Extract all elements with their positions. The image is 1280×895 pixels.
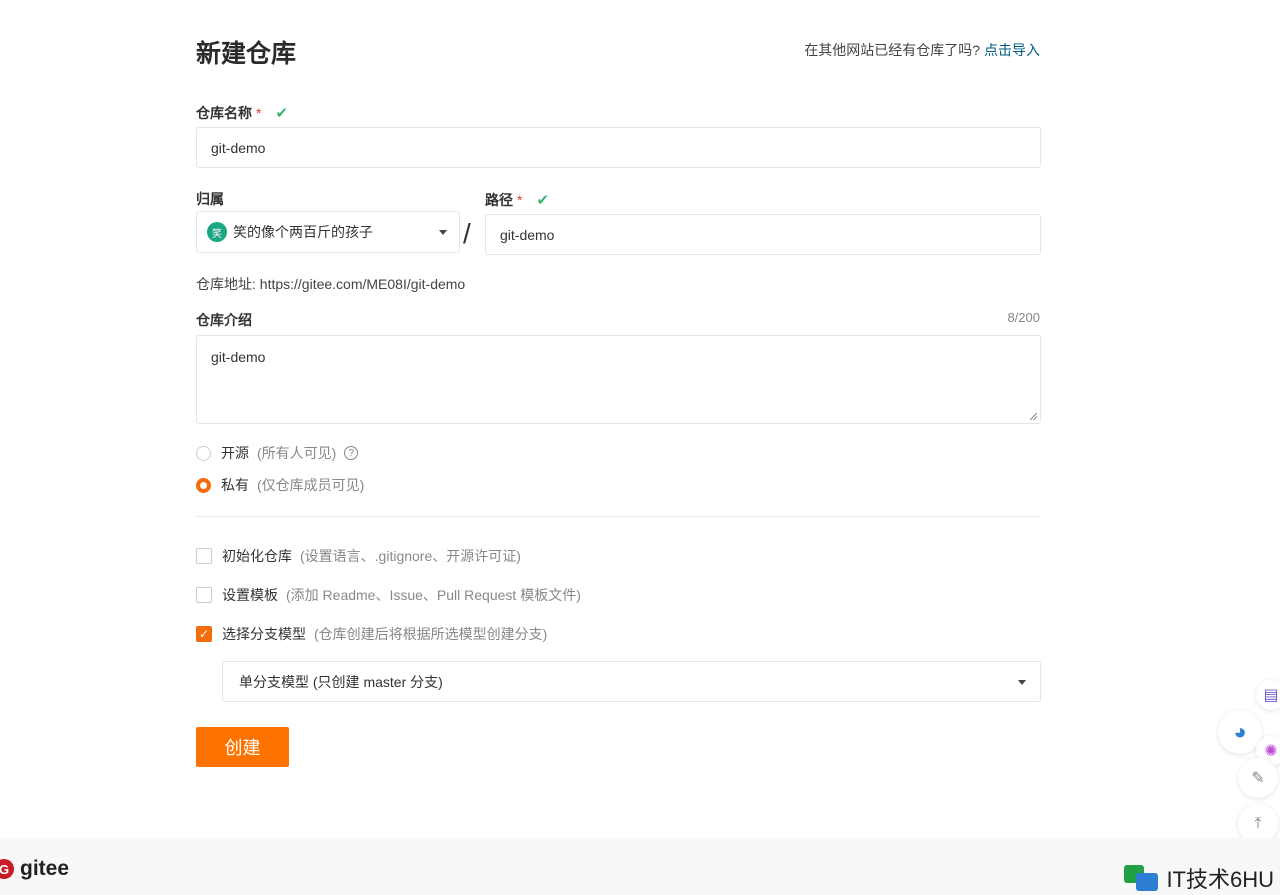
visibility-private-option[interactable]: 私有 (仅仓库成员可见)	[196, 475, 364, 495]
description-textarea[interactable]: git-demo	[196, 335, 1041, 424]
visibility-private-hint: (仅仓库成员可见)	[257, 477, 365, 493]
page-title: 新建仓库	[196, 40, 297, 68]
owner-label-text: 归属	[196, 191, 224, 207]
description-label: 仓库介绍	[196, 310, 252, 330]
caret-down-icon	[439, 230, 447, 235]
checkmark-icon: ✓	[198, 627, 210, 641]
gitee-logo[interactable]: G gitee	[0, 857, 69, 881]
check-icon: ✔	[536, 192, 550, 209]
visibility-private-label: 私有	[221, 477, 249, 493]
repo-name-label: 仓库名称 * ✔	[196, 103, 288, 123]
watermark-text: IT技术6HU	[1166, 867, 1274, 892]
repo-url-label: 仓库地址:	[196, 276, 256, 292]
book-icon[interactable]: ▤	[1256, 680, 1280, 710]
radio-private[interactable]	[196, 477, 211, 493]
watermark: IT技术6HU	[1124, 862, 1274, 894]
path-label-text: 路径	[485, 192, 513, 208]
option-init-repo-hint: (设置语言、.gitignore、开源许可证)	[300, 548, 521, 564]
path-value: git-demo	[500, 226, 555, 243]
footer	[0, 838, 1280, 895]
checkbox-template[interactable]	[196, 587, 212, 603]
branch-model-value: 单分支模型 (只创建 master 分支)	[239, 673, 443, 690]
owner-value: 笑的像个两百斤的孩子	[233, 224, 373, 240]
help-icon[interactable]: ?	[344, 446, 359, 460]
owner-select[interactable]: 笑 笑的像个两百斤的孩子	[196, 211, 460, 253]
resize-handle-icon[interactable]	[1030, 413, 1037, 420]
divider	[196, 516, 1041, 517]
option-init-repo[interactable]: 初始化仓库 (设置语言、.gitignore、开源许可证)	[196, 546, 521, 566]
option-template-label: 设置模板	[222, 587, 278, 603]
caret-down-icon	[1018, 679, 1026, 685]
required-mark: *	[517, 192, 523, 208]
option-template-hint: (添加 Readme、Issue、Pull Request 模板文件)	[286, 587, 581, 603]
visibility-public-hint: (所有人可见)	[257, 445, 337, 461]
option-branch-model-hint: (仓库创建后将根据所选模型创建分支)	[314, 626, 548, 642]
avatar: 笑	[207, 222, 227, 242]
import-prompt-text: 在其他网站已经有仓库了吗?	[804, 42, 981, 58]
visibility-public-label: 开源	[221, 445, 249, 461]
description-counter: 8/200	[1007, 310, 1040, 325]
watermark-icon	[1124, 865, 1159, 891]
branch-model-select[interactable]: 单分支模型 (只创建 master 分支)	[222, 661, 1041, 702]
repo-url-value: https://gitee.com/ME08I/git-demo	[259, 276, 466, 292]
gitee-logo-icon: G	[0, 859, 14, 879]
feedback-icon[interactable]: ✎	[1238, 758, 1278, 798]
owner-label: 归属	[196, 189, 224, 209]
description-value: git-demo	[211, 349, 266, 365]
repo-name-value: git-demo	[211, 139, 266, 156]
import-prompt: 在其他网站已经有仓库了吗? 点击导入	[804, 40, 1040, 60]
checkbox-branch-model[interactable]: ✓	[196, 626, 212, 642]
create-button[interactable]: 创建	[196, 727, 289, 767]
repo-url: 仓库地址: https://gitee.com/ME08I/git-demo	[196, 274, 465, 294]
option-branch-model-label: 选择分支模型	[222, 626, 306, 642]
required-mark: *	[256, 105, 262, 121]
repo-name-input[interactable]: git-demo	[196, 127, 1041, 168]
radio-public[interactable]	[196, 445, 211, 461]
check-icon: ✔	[275, 105, 289, 122]
description-label-text: 仓库介绍	[196, 312, 252, 328]
import-link[interactable]: 点击导入	[984, 42, 1040, 58]
gitee-brand-text: gitee	[20, 857, 70, 880]
path-label: 路径 * ✔	[485, 190, 549, 210]
visibility-public-option[interactable]: 开源 (所有人可见) ?	[196, 443, 359, 463]
path-input[interactable]: git-demo	[485, 214, 1041, 255]
option-init-repo-label: 初始化仓库	[222, 548, 292, 564]
path-separator: /	[463, 218, 471, 249]
checkbox-init-repo[interactable]	[196, 548, 212, 564]
repo-name-label-text: 仓库名称	[196, 105, 252, 121]
option-template[interactable]: 设置模板 (添加 Readme、Issue、Pull Request 模板文件)	[196, 585, 581, 605]
option-branch-model[interactable]: ✓ 选择分支模型 (仓库创建后将根据所选模型创建分支)	[196, 624, 547, 644]
